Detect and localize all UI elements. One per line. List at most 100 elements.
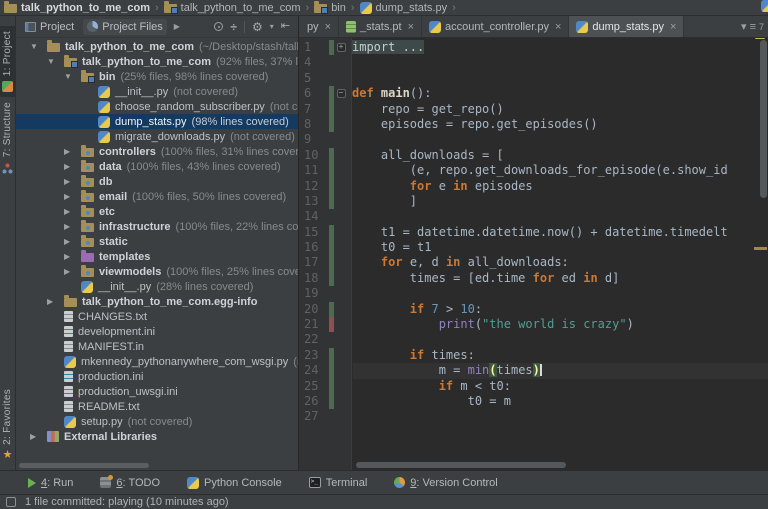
fold-toggle-icon[interactable]: −: [334, 86, 348, 101]
tree-row[interactable]: dump_stats.py(98% lines covered): [16, 114, 298, 129]
tree-collapsed-icon[interactable]: ▶: [46, 297, 64, 306]
toolwindow-button---todo[interactable]: 6: TODO: [100, 477, 160, 489]
code-line[interactable]: 10 all_downloads = [: [299, 148, 768, 163]
tree-row[interactable]: ▶controllers(100% files, 31% lines cover…: [16, 144, 298, 159]
editor-horizontal-scrollbar[interactable]: [356, 462, 566, 468]
code-line[interactable]: 13 ]: [299, 194, 768, 209]
tree-row[interactable]: ▶data(100% files, 43% lines covered): [16, 159, 298, 174]
stripe-button----favorites[interactable]: 2: Favorites★: [0, 384, 16, 466]
line-number[interactable]: 17: [299, 255, 329, 270]
line-number[interactable]: 25: [299, 379, 329, 394]
line-number[interactable]: 18: [299, 271, 329, 286]
code-line[interactable]: 23 if times:: [299, 348, 768, 363]
tree-row[interactable]: ▶db: [16, 174, 298, 189]
tree-collapsed-icon[interactable]: ▶: [63, 222, 81, 231]
line-number[interactable]: 15: [299, 225, 329, 240]
tree-collapsed-icon[interactable]: ▶: [29, 432, 47, 441]
line-number[interactable]: 20: [299, 302, 329, 317]
code-line[interactable]: 19: [299, 286, 768, 301]
code-line[interactable]: 18 times = [ed.time for ed in d]: [299, 271, 768, 286]
editor-tab-account-controller-py[interactable]: account_controller.py×: [422, 16, 569, 37]
line-number[interactable]: 10: [299, 148, 329, 163]
tree-collapsed-icon[interactable]: ▶: [63, 162, 81, 171]
toolwindow-button-python-console[interactable]: Python Console: [187, 477, 282, 489]
code-line[interactable]: 6−def main():: [299, 86, 768, 101]
tree-row[interactable]: ▶talk_python_to_me_com.egg-info: [16, 294, 298, 309]
code-lines[interactable]: 1+import ...456−def main():7 repo = get_…: [299, 40, 768, 425]
tree-row[interactable]: production_uwsgi.ini: [16, 384, 298, 399]
line-number[interactable]: 4: [299, 55, 329, 70]
tree-horizontal-scrollbar[interactable]: [19, 463, 149, 468]
toolwindow-button-terminal[interactable]: Terminal: [309, 477, 368, 489]
tree-row[interactable]: ▶email(100% files, 50% lines covered): [16, 189, 298, 204]
tree-row[interactable]: ▶etc: [16, 204, 298, 219]
tree-row[interactable]: ▶External Libraries: [16, 429, 298, 444]
fold-toggle-icon[interactable]: +: [334, 40, 348, 55]
line-number[interactable]: 14: [299, 209, 329, 224]
code-line[interactable]: 5: [299, 71, 768, 86]
editor-tab-py[interactable]: py×: [299, 16, 339, 37]
line-number[interactable]: 23: [299, 348, 329, 363]
toolwindow-toggle-icon[interactable]: [6, 497, 16, 507]
code-line[interactable]: 7 repo = get_repo(): [299, 102, 768, 117]
breadcrumb-item[interactable]: bin: [314, 2, 346, 14]
project-tab[interactable]: Project: [21, 19, 78, 35]
editor-tab--stats-pt[interactable]: _stats.pt×: [339, 16, 422, 37]
code-line[interactable]: 9: [299, 132, 768, 147]
line-number[interactable]: 22: [299, 332, 329, 347]
gear-icon[interactable]: ⚙: [252, 21, 263, 33]
code-line[interactable]: 17 for e, d in all_downloads:: [299, 255, 768, 270]
line-number[interactable]: 1: [299, 40, 329, 55]
tree-row[interactable]: __init__.py(not covered): [16, 84, 298, 99]
project-tree[interactable]: ▼talk_python_to_me_com(~/Desktop/stash/t…: [16, 38, 298, 470]
tree-expanded-icon[interactable]: ▼: [46, 57, 64, 66]
line-number[interactable]: 12: [299, 179, 329, 194]
code-line[interactable]: 16 t0 = t1: [299, 240, 768, 255]
breadcrumb-item[interactable]: dump_stats.py: [360, 2, 448, 14]
tree-row[interactable]: ▶static: [16, 234, 298, 249]
stripe-button----structure[interactable]: 7: Structure: [0, 97, 16, 178]
chevron-down-icon[interactable]: ▾: [741, 20, 747, 33]
scope-selector[interactable]: Project Files: [83, 19, 167, 35]
toolwindow-button---run[interactable]: 4: Run: [28, 477, 73, 489]
tree-row[interactable]: choose_random_subscriber.py(not covered): [16, 99, 298, 114]
editor-tab-dump-stats-py[interactable]: dump_stats.py×: [569, 16, 684, 37]
hidden-tabs-list-icon[interactable]: ≡: [750, 21, 756, 33]
tree-row[interactable]: CHANGES.txt: [16, 309, 298, 324]
tree-row[interactable]: __init__.py(28% lines covered): [16, 279, 298, 294]
tree-row[interactable]: ▶viewmodels(100% files, 25% lines covere…: [16, 264, 298, 279]
inspection-status-indicator[interactable]: [755, 38, 765, 39]
tree-collapsed-icon[interactable]: ▶: [63, 177, 81, 186]
tree-row[interactable]: MANIFEST.in: [16, 339, 298, 354]
collapse-all-icon[interactable]: ÷: [230, 21, 237, 33]
code-line[interactable]: 21 print("the world is crazy"): [299, 317, 768, 332]
tree-row[interactable]: ▼talk_python_to_me_com(92% files, 37% li…: [16, 54, 298, 69]
line-number[interactable]: 11: [299, 163, 329, 178]
tree-row[interactable]: ▶infrastructure(100% files, 22% lines co…: [16, 219, 298, 234]
fold-box[interactable]: −: [337, 89, 346, 98]
code-line[interactable]: 27: [299, 409, 768, 424]
code-line[interactable]: 1+import ...: [299, 40, 768, 55]
code-line[interactable]: 12 for e in episodes: [299, 179, 768, 194]
line-number[interactable]: 9: [299, 132, 329, 147]
tree-row[interactable]: README.txt: [16, 399, 298, 414]
stripe-button----project[interactable]: 1: Project: [0, 26, 16, 97]
tree-row[interactable]: migrate_downloads.py(not covered): [16, 129, 298, 144]
breadcrumb-item[interactable]: talk_python_to_me_com: [164, 2, 301, 14]
line-number[interactable]: 21: [299, 317, 329, 332]
tree-row[interactable]: ▼talk_python_to_me_com(~/Desktop/stash/t…: [16, 39, 298, 54]
tree-row[interactable]: development.ini: [16, 324, 298, 339]
code-line[interactable]: 4: [299, 55, 768, 70]
code-line[interactable]: 26 t0 = m: [299, 394, 768, 409]
code-line[interactable]: 24 m = min(times): [299, 363, 768, 378]
gear-caret-icon[interactable]: ▾: [270, 22, 274, 31]
breadcrumb-item[interactable]: talk_python_to_me_com: [4, 2, 150, 14]
close-icon[interactable]: ×: [670, 21, 676, 33]
close-icon[interactable]: ×: [325, 21, 331, 33]
editor-vertical-scrollbar[interactable]: [760, 40, 767, 198]
code-line[interactable]: 25 if m < t0:: [299, 379, 768, 394]
line-number[interactable]: 16: [299, 240, 329, 255]
line-number[interactable]: 13: [299, 194, 329, 209]
code-editor[interactable]: 1+import ...456−def main():7 repo = get_…: [299, 38, 768, 470]
line-number[interactable]: 6: [299, 86, 329, 101]
